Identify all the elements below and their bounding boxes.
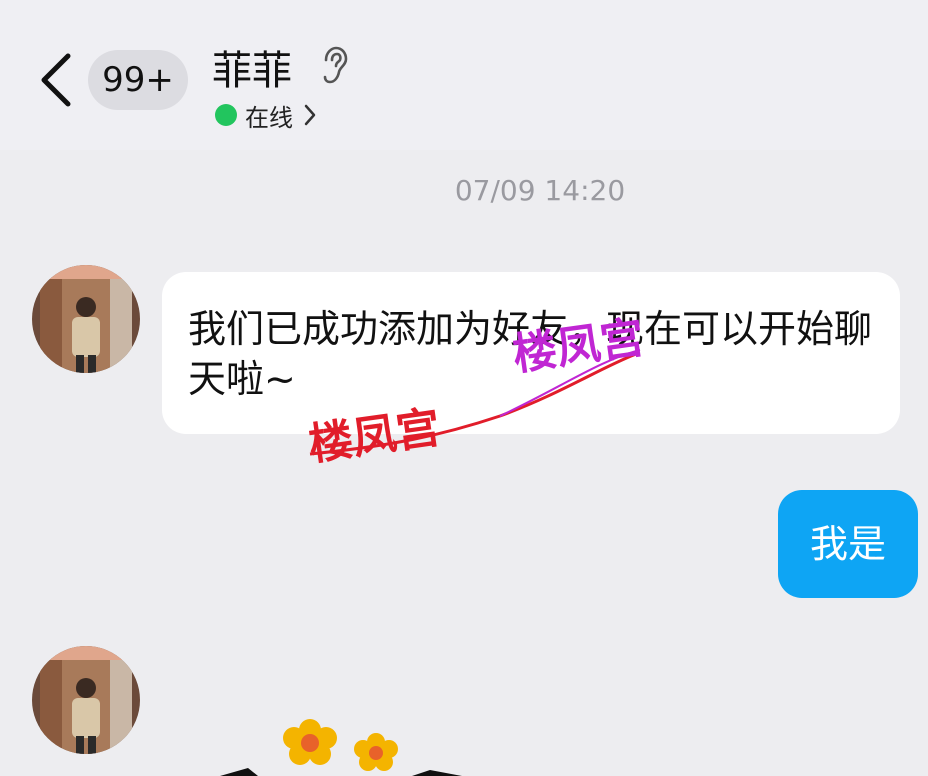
unread-count-badge[interactable]: 99+ <box>88 50 188 110</box>
status-label: 在线 <box>245 103 293 132</box>
flower-icon <box>283 719 337 765</box>
avatar[interactable] <box>32 265 140 373</box>
message-timestamp: 07/09 14:20 <box>454 174 626 207</box>
avatar[interactable] <box>32 646 140 754</box>
online-dot-icon <box>215 104 237 126</box>
avatar-photo <box>32 646 140 754</box>
contact-name[interactable]: 菲菲 <box>212 38 292 96</box>
ear-icon[interactable] <box>318 46 350 86</box>
flower-icon <box>354 733 398 771</box>
online-status[interactable]: 在线 <box>215 98 317 132</box>
chevron-right-icon <box>304 104 316 126</box>
chat-header: 99+ 菲菲 在线 <box>0 0 928 150</box>
outgoing-message-bubble[interactable]: 我是 <box>778 490 918 598</box>
chevron-left-icon[interactable] <box>36 50 76 110</box>
sticker-image[interactable] <box>200 708 500 776</box>
avatar-photo <box>32 265 140 373</box>
